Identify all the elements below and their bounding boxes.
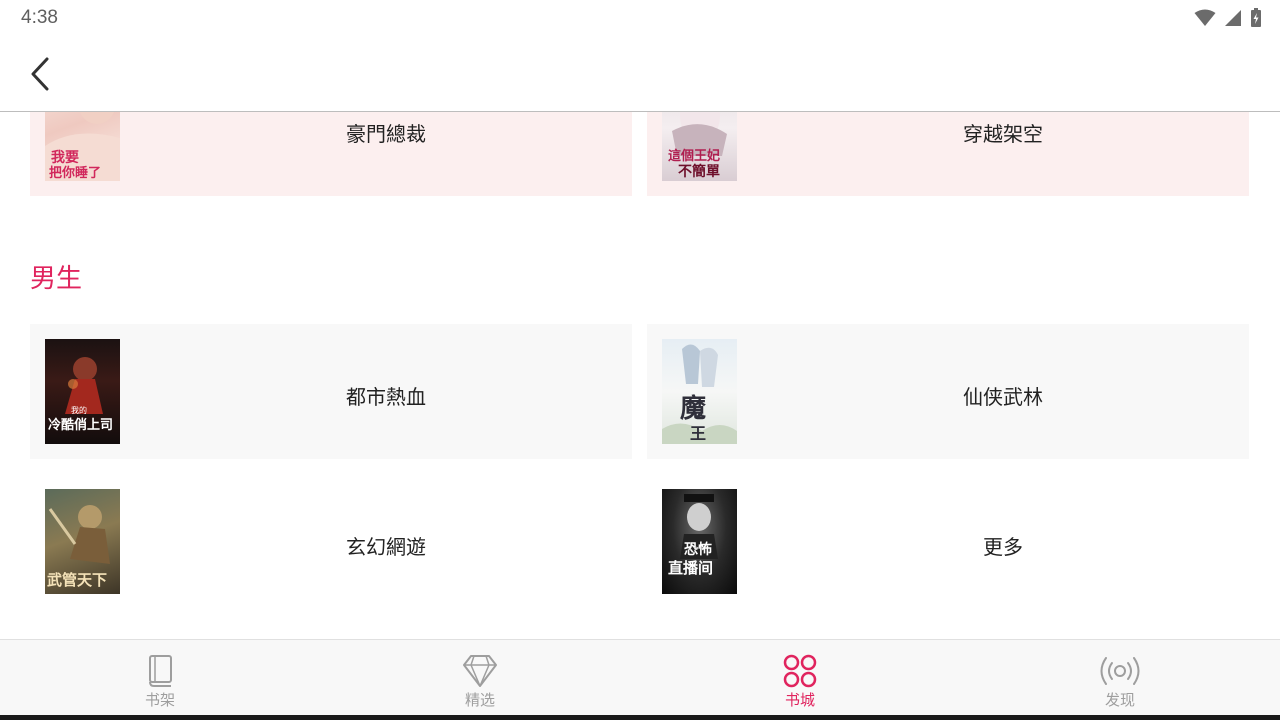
svg-text:魔: 魔 xyxy=(680,394,706,424)
category-label: 穿越架空 xyxy=(963,122,1043,146)
book-cover-image: 這個王妃 不簡單 xyxy=(662,112,737,181)
cover-art: 武管天下 xyxy=(47,505,110,589)
nav-label: 发现 xyxy=(1104,691,1135,709)
nav-item-featured[interactable]: 精选 xyxy=(320,640,640,716)
book-cover-image: 魔 王 xyxy=(662,339,737,444)
category-label: 更多 xyxy=(983,535,1023,559)
cover-art: 魔 王 xyxy=(662,344,737,444)
system-navigation-bar xyxy=(0,715,1280,720)
battery-icon xyxy=(1251,8,1261,27)
category-label: 豪門總裁 xyxy=(346,122,426,146)
svg-text:恐怖: 恐怖 xyxy=(684,541,712,558)
category-label: 都市熱血 xyxy=(346,385,426,409)
nav-label: 书架 xyxy=(144,691,175,709)
category-label: 仙侠武林 xyxy=(963,385,1043,409)
category-card-more[interactable]: 恐怖 直播间 更多 xyxy=(647,474,1249,609)
category-card-fantasy-game[interactable]: 武管天下 玄幻網遊 xyxy=(30,474,632,609)
svg-text:武管天下: 武管天下 xyxy=(47,571,107,589)
status-icons xyxy=(1194,8,1262,28)
nav-item-bookshelf[interactable]: 书架 xyxy=(0,640,320,716)
svg-text:不簡單: 不簡單 xyxy=(678,163,720,180)
svg-text:我的: 我的 xyxy=(71,405,87,415)
section-title-male: 男生 xyxy=(30,264,83,294)
category-content[interactable]: 我要 把你睡了 豪門總裁 這個王妃 不簡單 穿越架空 男生 我的 冷酷俏上司 都… xyxy=(0,112,1280,639)
svg-text:把你睡了: 把你睡了 xyxy=(49,165,101,181)
status-time: 4:38 xyxy=(21,7,58,28)
svg-text:冷酷俏上司: 冷酷俏上司 xyxy=(48,417,113,433)
broadcast-icon xyxy=(1100,657,1140,685)
nav-label: 书城 xyxy=(784,691,815,709)
signal-icon xyxy=(1225,10,1241,26)
bottom-navigation: 书架 精选 书城 发现 xyxy=(0,639,1280,715)
cover-art: 我的 冷酷俏上司 xyxy=(48,357,113,433)
nav-label: 精选 xyxy=(464,691,495,709)
diamond-icon xyxy=(463,655,497,687)
cover-art: 這個王妃 不簡單 xyxy=(668,112,727,180)
book-cover-image: 恐怖 直播间 xyxy=(662,489,737,594)
svg-text:這個王妃: 這個王妃 xyxy=(668,148,720,164)
book-cover-image: 我的 冷酷俏上司 xyxy=(45,339,120,444)
grid-circles-icon xyxy=(783,654,817,688)
back-button[interactable] xyxy=(22,54,58,94)
svg-text:直播间: 直播间 xyxy=(668,559,713,577)
app-bar xyxy=(0,36,1280,112)
category-card-xianxia[interactable]: 魔 王 仙侠武林 xyxy=(647,324,1249,459)
cover-art: 我要 把你睡了 xyxy=(45,112,120,181)
nav-item-discover[interactable]: 发现 xyxy=(960,640,1280,716)
status-bar: 4:38 xyxy=(0,0,1280,36)
book-cover-image: 我要 把你睡了 xyxy=(45,112,120,181)
nav-item-bookstore[interactable]: 书城 xyxy=(640,640,960,716)
svg-text:我要: 我要 xyxy=(51,150,79,166)
book-icon xyxy=(149,655,172,687)
chevron-left-icon xyxy=(31,57,49,91)
category-card-urban[interactable]: 我的 冷酷俏上司 都市熱血 xyxy=(30,324,632,459)
category-label: 玄幻網遊 xyxy=(346,535,426,559)
cover-art: 恐怖 直播间 xyxy=(668,494,718,577)
category-card-time-travel[interactable]: 這個王妃 不簡單 穿越架空 xyxy=(647,112,1249,196)
svg-text:王: 王 xyxy=(690,424,706,443)
wifi-icon xyxy=(1194,9,1216,26)
book-cover-image: 武管天下 xyxy=(45,489,120,594)
category-card-romance-ceo[interactable]: 我要 把你睡了 豪門總裁 xyxy=(30,112,632,196)
